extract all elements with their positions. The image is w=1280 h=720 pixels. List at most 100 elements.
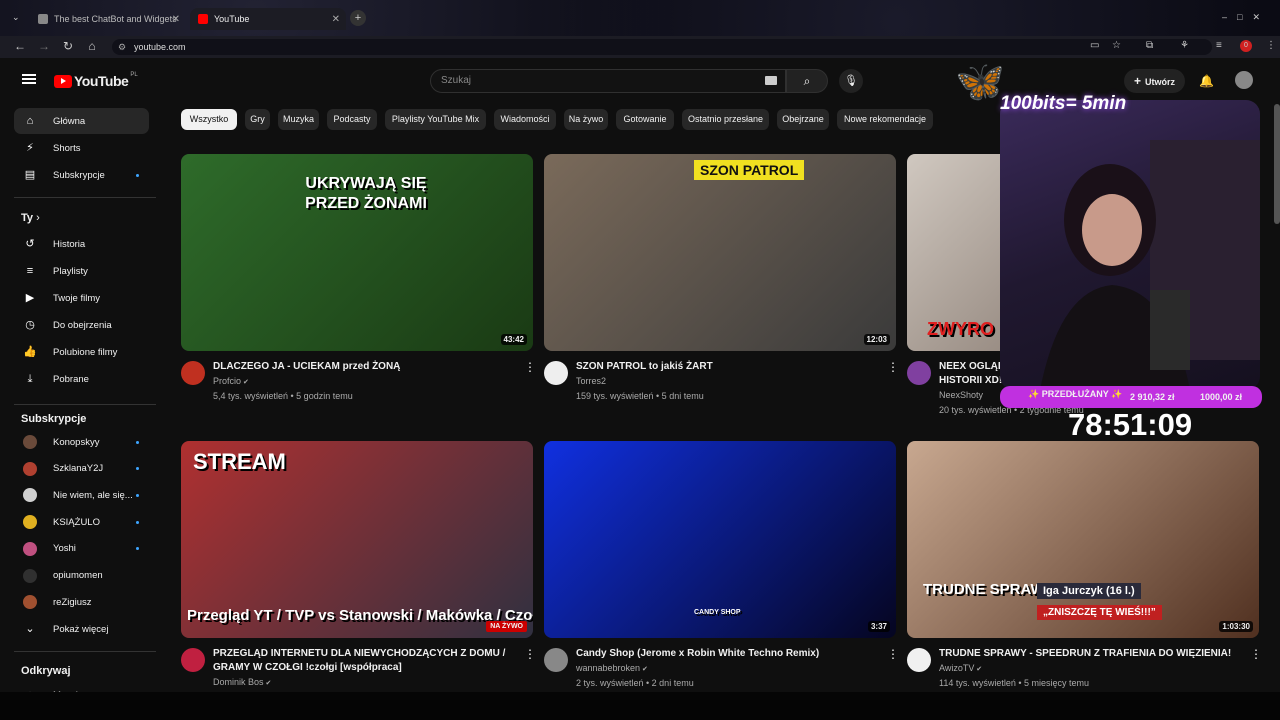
page-scrollbar[interactable] <box>1274 104 1280 224</box>
channel-avatar[interactable] <box>544 648 568 672</box>
chip-filter[interactable]: Gry <box>245 109 270 130</box>
video-title[interactable]: TRUDNE SPRAWY - SPEEDRUN Z TRAFIENIA DO … <box>939 647 1239 661</box>
media-icon[interactable]: ≡ <box>1216 40 1222 51</box>
video-thumbnail[interactable]: SZON PATROL 12:03 <box>544 154 896 351</box>
account-avatar[interactable] <box>1235 71 1253 89</box>
site-info-icon[interactable]: ⚙ <box>118 39 126 55</box>
sidebar-item[interactable]: ◷ Do obejrzenia <box>14 312 149 338</box>
search-button[interactable]: ⌕ <box>786 69 828 93</box>
cast-icon[interactable]: ▭ <box>1090 40 1099 51</box>
channel-avatar[interactable] <box>181 648 205 672</box>
channel-name[interactable]: Torres2 <box>576 376 606 386</box>
sidebar-item[interactable]: Nie wiem, ale się... <box>14 482 149 508</box>
chip-filter[interactable]: Na żywo <box>564 109 608 130</box>
sidebar-item[interactable]: ▤ Subskrypcje <box>14 162 149 188</box>
youtube-favicon-icon <box>198 14 208 24</box>
chip-filter[interactable]: Ostatnio przesłane <box>682 109 769 130</box>
video-thumbnail[interactable]: CANDY SHOP 3:37 <box>544 441 896 638</box>
window-controls[interactable]: –□✕ <box>1222 12 1270 23</box>
chip-filter[interactable]: Nowe rekomendacje <box>837 109 933 130</box>
channel-avatar[interactable] <box>907 361 931 385</box>
extensions-icon[interactable]: ⧉ <box>1146 40 1153 51</box>
back-icon[interactable]: ← <box>12 39 28 53</box>
sidebar-item[interactable]: ⤓ Pobrane <box>14 366 149 392</box>
extension-icon[interactable]: ⚘ <box>1180 40 1189 51</box>
video-title[interactable]: Candy Shop (Jerome x Robin White Techno … <box>576 647 876 661</box>
channel-name[interactable]: Dominik Bos ✔ <box>213 677 271 687</box>
create-button[interactable]: + Utwórz <box>1124 69 1186 93</box>
sidebar-item[interactable]: ↺ Historia <box>14 231 149 257</box>
search-input[interactable]: Szukaj <box>430 69 786 93</box>
guide-menu-icon[interactable] <box>22 74 36 84</box>
chip-filter[interactable]: Gotowanie <box>616 109 674 130</box>
youtube-logo[interactable]: YouTube PL <box>54 72 138 89</box>
video-title-line2[interactable]: GRAMY W CZOŁGI !czołgi [współpraca] <box>213 661 513 675</box>
video-duration: 43:42 <box>500 334 527 345</box>
channel-name[interactable]: Profcio ✔ <box>213 376 249 386</box>
reload-icon[interactable]: ↻ <box>60 39 76 53</box>
video-thumbnail[interactable]: STREAM Przegląd YT / TVP vs Stanowski / M… <box>181 441 533 638</box>
live-badge: NA ŻYWO <box>486 621 527 632</box>
sidebar-item-label: Polubione filmy <box>53 346 118 358</box>
channel-avatar[interactable] <box>907 648 931 672</box>
tab-list-chevron-icon[interactable]: ⌄ <box>12 12 20 23</box>
sidebar-item[interactable]: KSIĄŻULO <box>14 509 149 535</box>
chip-filter[interactable]: Playlisty YouTube Mix <box>385 109 486 130</box>
forward-icon[interactable]: → <box>36 39 52 53</box>
chip-filter[interactable]: Podcasty <box>327 109 377 130</box>
video-title[interactable]: PRZEGLĄD INTERNETU DLA NIEWYCHODZĄCYCH Z… <box>213 647 513 661</box>
sidebar-item[interactable]: ▶ Twoje filmy <box>14 285 149 311</box>
channel-name[interactable]: NeexShoty <box>939 390 983 400</box>
url-text: youtube.com <box>134 42 186 52</box>
sidebar-item-label: Historia <box>53 238 86 250</box>
keyboard-icon[interactable] <box>765 76 777 85</box>
sidebar-item-label: Yoshi <box>53 543 76 555</box>
more-actions-icon[interactable]: ⋮ <box>887 360 899 374</box>
sidebar-item[interactable]: Konopskyy <box>14 429 149 455</box>
you-heading[interactable]: Ty › <box>21 212 40 224</box>
close-tab-icon[interactable]: ✕ <box>332 14 340 25</box>
close-tab-icon[interactable]: ✕ <box>172 14 180 25</box>
sidebar-item[interactable]: Yoshi <box>14 536 149 562</box>
sidebar-item[interactable]: SzklanaY2J <box>14 456 149 482</box>
sidebar-item[interactable]: ≡ Playlisty <box>14 258 149 284</box>
sidebar-item[interactable]: 👍 Polubione filmy <box>14 339 149 365</box>
sidebar-item[interactable]: ⌂ Główna <box>14 108 149 134</box>
screen: ⌄ The best ChatBot and Widgets ✕ YouTube… <box>0 0 1280 720</box>
more-actions-icon[interactable]: ⋮ <box>524 647 536 661</box>
overlay-amount-1: 2 910,32 zł <box>1130 392 1175 402</box>
new-tab-button[interactable]: + <box>350 10 366 26</box>
video-duration: 3:37 <box>867 621 890 632</box>
profile-badge-icon[interactable]: 0 <box>1240 40 1252 52</box>
chip-filter[interactable]: Muzyka <box>278 109 319 130</box>
more-actions-icon[interactable]: ⋮ <box>524 360 536 374</box>
chip-filter[interactable]: Wiadomości <box>494 109 556 130</box>
new-content-dot <box>136 547 139 551</box>
sidebar-item[interactable]: reZigiusz <box>14 589 149 615</box>
chip-filter[interactable]: Obejrzane <box>777 109 829 130</box>
channel-name[interactable]: AwizoTV ✔ <box>939 663 982 673</box>
home-browser-icon[interactable]: ⌂ <box>84 39 100 53</box>
address-bar[interactable]: ⚙ youtube.com <box>112 39 1212 55</box>
sidebar-item-label: SzklanaY2J <box>53 463 104 475</box>
channel-avatar[interactable] <box>181 361 205 385</box>
browser-tab-chatbot[interactable]: The best ChatBot and Widgets ✕ <box>30 8 186 30</box>
video-title[interactable]: DLACZEGO JA - UCIEKAM przed ŻONĄ <box>213 360 513 374</box>
chip-filter[interactable]: Wszystko <box>181 109 237 130</box>
voice-search-button[interactable]: 🎙 <box>839 69 863 93</box>
search-placeholder: Szukaj <box>441 75 472 86</box>
sidebar-item[interactable]: ⚡ Shorts <box>14 135 149 161</box>
channel-avatar[interactable] <box>544 361 568 385</box>
bookmark-star-icon[interactable]: ☆ <box>1112 40 1121 51</box>
channel-name[interactable]: wannabebroken ✔ <box>576 663 648 673</box>
browser-menu-icon[interactable]: ⋮ <box>1266 40 1276 51</box>
more-actions-icon[interactable]: ⋮ <box>1250 647 1262 661</box>
notifications-bell-icon[interactable]: 🔔 <box>1199 74 1214 88</box>
sidebar-item[interactable]: opiumomen <box>14 563 149 589</box>
sidebar-item[interactable]: ⌄ Pokaż więcej <box>14 616 149 642</box>
video-title[interactable]: SZON PATROL to jakiś ŻART <box>576 360 876 374</box>
video-thumbnail[interactable]: UKRYWAJĄ SIĘ PRZED ŻONAMI 43:42 <box>181 154 533 351</box>
video-thumbnail[interactable]: TRUDNE SPRAWY Iga Jurczyk (16 l.) „ZNISZCZ… <box>907 441 1259 638</box>
more-actions-icon[interactable]: ⋮ <box>887 647 899 661</box>
browser-tab-youtube[interactable]: YouTube ✕ <box>190 8 346 30</box>
